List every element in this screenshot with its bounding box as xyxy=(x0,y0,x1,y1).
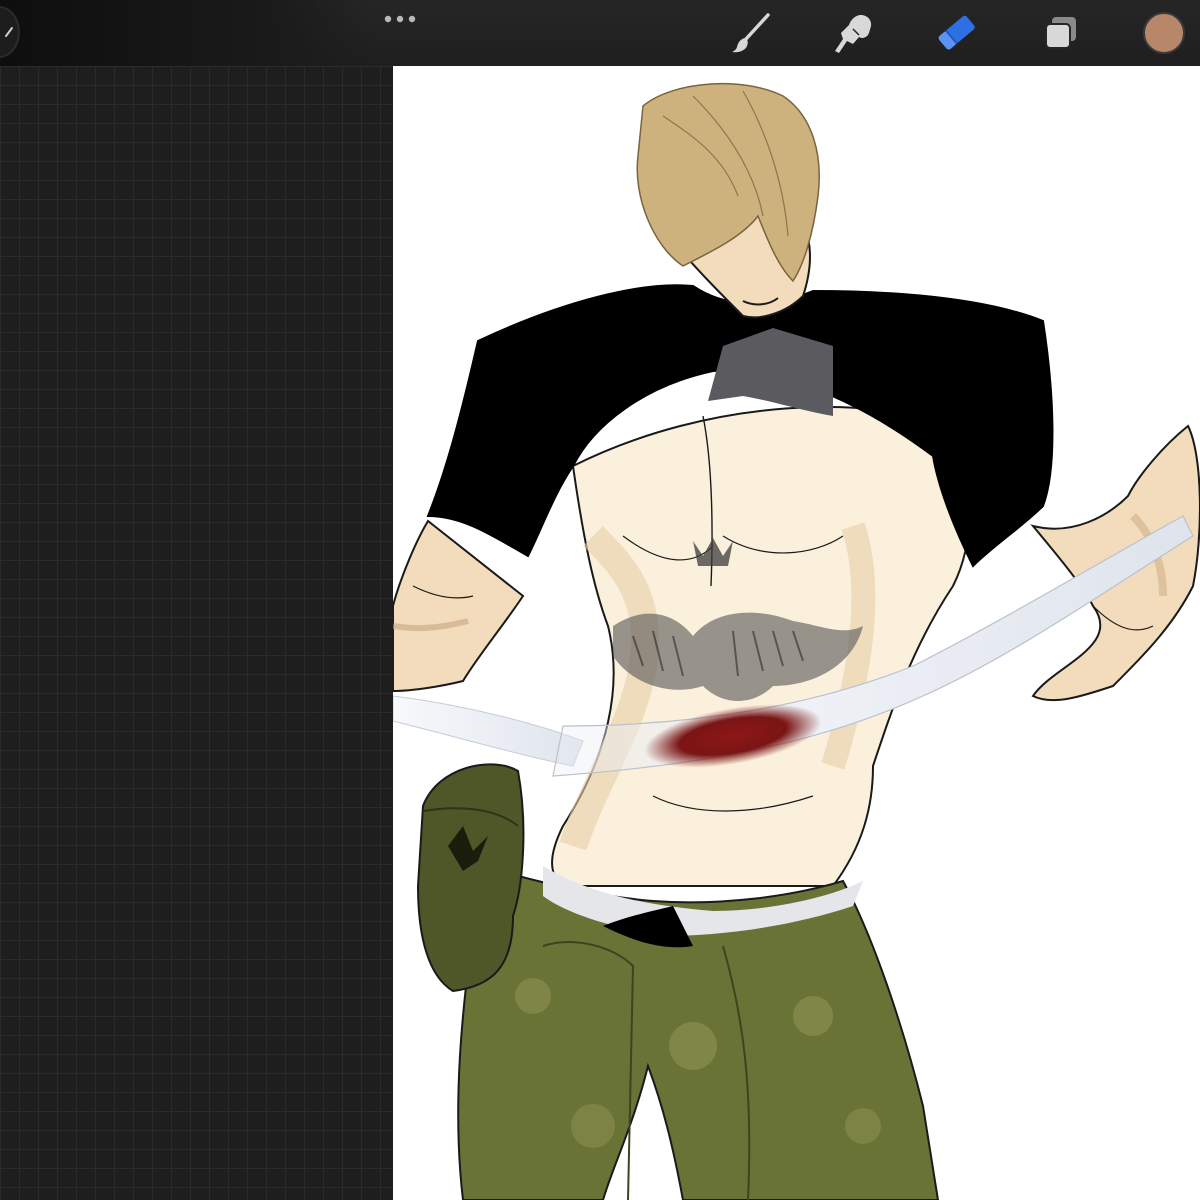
workspace-grid xyxy=(0,66,393,1200)
eraser-tool-button[interactable] xyxy=(932,8,982,58)
top-toolbar xyxy=(0,0,1200,66)
chevron-icon xyxy=(5,27,13,37)
smudge-tool-button[interactable] xyxy=(828,8,878,58)
layers-tool-button[interactable] xyxy=(1036,8,1086,58)
brush-tool-button[interactable] xyxy=(725,8,775,58)
color-picker-button[interactable] xyxy=(1143,12,1185,54)
left-arm xyxy=(393,519,525,693)
figure-illustration xyxy=(393,82,1200,1200)
head xyxy=(636,82,820,319)
toolbar-left-area xyxy=(0,0,380,66)
paintbrush-icon xyxy=(732,13,770,53)
ellipsis-icon xyxy=(384,15,416,23)
layers-icon xyxy=(1045,17,1076,49)
cargo-pants xyxy=(457,864,940,1200)
smudge-finger-icon xyxy=(835,15,872,53)
torso xyxy=(551,405,971,887)
more-options-button[interactable] xyxy=(383,10,417,29)
drawing-canvas[interactable] xyxy=(393,66,1200,1200)
eraser-icon xyxy=(938,15,975,50)
